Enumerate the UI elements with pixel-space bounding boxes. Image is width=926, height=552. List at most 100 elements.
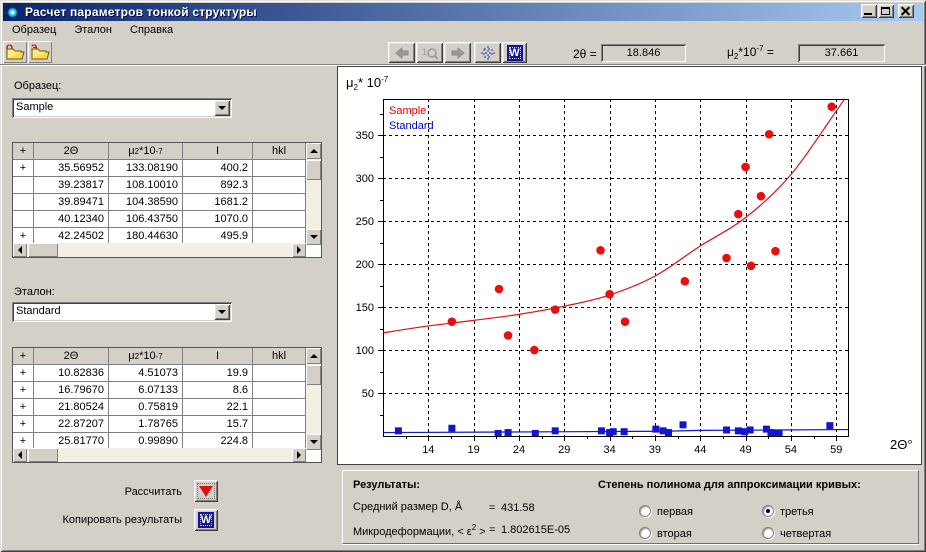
table-row[interactable]: 39.89471104.385901681.2 [13, 194, 321, 211]
table-cell[interactable]: 8.6 [183, 382, 253, 399]
radio-third-label[interactable]: третья [780, 506, 814, 518]
table-cell[interactable]: 19.9 [183, 365, 253, 382]
menu-etalon[interactable]: Эталон [65, 22, 121, 38]
scroll-left-button[interactable] [13, 448, 27, 462]
hscroll-thumb[interactable] [28, 243, 58, 257]
minimize-icon [864, 13, 872, 15]
table-cell[interactable]: 6.07133 [109, 382, 183, 399]
grid-toggle-button[interactable] [474, 42, 501, 63]
scroll-left-button[interactable] [13, 243, 27, 257]
radio-fourth-label[interactable]: четвертая [780, 528, 831, 540]
table-cell[interactable] [13, 194, 34, 211]
radio-second-label[interactable]: вторая [657, 528, 692, 540]
table-cell[interactable]: 133.08190 [109, 160, 183, 177]
back-arrow-icon [394, 47, 410, 59]
header-intensity: I [183, 348, 253, 365]
table-cell[interactable]: 35.56952 [34, 160, 109, 177]
copy-results-button[interactable]: W [194, 509, 218, 531]
open-standard-button[interactable]: Э [28, 41, 52, 63]
app-icon [6, 6, 19, 19]
scroll-up-button[interactable] [306, 348, 321, 364]
sample-table-vscrollbar[interactable] [306, 143, 321, 245]
table-cell[interactable]: 4.51073 [109, 365, 183, 382]
table-cell[interactable]: + [13, 382, 34, 399]
table-cell[interactable]: 0.75819 [109, 399, 183, 416]
table-cell[interactable] [253, 416, 306, 433]
standard-table-hscrollbar[interactable] [13, 448, 306, 462]
table-cell[interactable] [253, 211, 306, 228]
sample-combobox[interactable]: Sample [12, 98, 232, 118]
table-cell[interactable] [253, 382, 306, 399]
zoom-reset-button[interactable]: 1: [416, 42, 443, 63]
back-button[interactable] [388, 42, 415, 63]
scroll-down-button[interactable] [306, 229, 321, 245]
table-cell[interactable]: + [13, 365, 34, 382]
table-row[interactable]: +10.828364.5107319.9 [13, 365, 321, 382]
table-cell[interactable]: 39.89471 [34, 194, 109, 211]
table-cell[interactable]: + [13, 399, 34, 416]
table-cell[interactable]: + [13, 416, 34, 433]
svg-text:49: 49 [739, 444, 751, 456]
vscroll-thumb[interactable] [306, 160, 321, 180]
table-cell[interactable]: 22.87207 [34, 416, 109, 433]
table-row[interactable]: 40.12340106.437501070.0 [13, 211, 321, 228]
radio-second[interactable] [639, 527, 651, 539]
table-row[interactable]: +21.805240.7581922.1 [13, 399, 321, 416]
forward-button[interactable] [444, 42, 471, 63]
dotted-frame [197, 483, 215, 499]
table-cell[interactable]: 892.3 [183, 177, 253, 194]
table-cell[interactable]: 104.38590 [109, 194, 183, 211]
hscroll-thumb[interactable] [28, 448, 58, 462]
standard-combobox[interactable]: Standard [12, 302, 232, 322]
close-button[interactable] [898, 4, 914, 18]
table-cell[interactable] [253, 399, 306, 416]
table-cell[interactable] [253, 365, 306, 382]
table-cell[interactable] [253, 160, 306, 177]
table-row[interactable]: +16.796706.071338.6 [13, 382, 321, 399]
scroll-right-button[interactable] [292, 448, 306, 462]
table-cell[interactable]: 1070.0 [183, 211, 253, 228]
table-cell[interactable]: 1681.2 [183, 194, 253, 211]
scroll-down-button[interactable] [306, 434, 321, 450]
standard-combobox-dropdown-button[interactable] [214, 304, 230, 320]
table-cell[interactable] [13, 211, 34, 228]
table-cell[interactable]: 400.2 [183, 160, 253, 177]
table-cell[interactable] [253, 194, 306, 211]
table-row[interactable]: +22.872071.7876515.7 [13, 416, 321, 433]
table-cell[interactable]: + [13, 160, 34, 177]
sample-table-hscrollbar[interactable] [13, 243, 306, 257]
word-export-button[interactable]: W [502, 42, 527, 63]
table-row[interactable]: +35.56952133.08190400.2 [13, 160, 321, 177]
table-cell[interactable] [253, 177, 306, 194]
standard-table-vscrollbar[interactable] [306, 348, 321, 450]
vscroll-thumb[interactable] [306, 365, 321, 385]
microstrain-value: 1.802615E-05 [501, 524, 570, 536]
radio-fourth[interactable] [762, 527, 774, 539]
radio-third[interactable] [762, 505, 774, 517]
menu-obrazec[interactable]: Образец [3, 22, 65, 38]
table-cell[interactable]: 15.7 [183, 416, 253, 433]
radio-first-label[interactable]: первая [657, 506, 693, 518]
table-cell[interactable]: 39.23817 [34, 177, 109, 194]
radio-first[interactable] [639, 505, 651, 517]
table-row[interactable]: 39.23817108.10010892.3 [13, 177, 321, 194]
minimize-button[interactable] [861, 4, 877, 18]
chart-canvas[interactable]: 1419242934394449545950100150200250300350… [338, 67, 921, 464]
table-cell[interactable]: 1.78765 [109, 416, 183, 433]
table-cell[interactable]: 10.82836 [34, 365, 109, 382]
table-cell[interactable]: 16.79670 [34, 382, 109, 399]
menu-bar: Образец Эталон Справка [3, 21, 923, 39]
sample-combobox-dropdown-button[interactable] [214, 100, 230, 116]
menu-spravka[interactable]: Справка [121, 22, 182, 38]
table-cell[interactable]: 106.43750 [109, 211, 183, 228]
scroll-up-button[interactable] [306, 143, 321, 159]
table-cell[interactable]: 22.1 [183, 399, 253, 416]
table-cell[interactable]: 21.80524 [34, 399, 109, 416]
table-cell[interactable] [13, 177, 34, 194]
maximize-button[interactable] [878, 4, 894, 18]
scroll-right-button[interactable] [292, 243, 306, 257]
calculate-button[interactable] [194, 480, 218, 502]
table-cell[interactable]: 40.12340 [34, 211, 109, 228]
open-sample-button[interactable]: О [3, 41, 27, 63]
table-cell[interactable]: 108.10010 [109, 177, 183, 194]
